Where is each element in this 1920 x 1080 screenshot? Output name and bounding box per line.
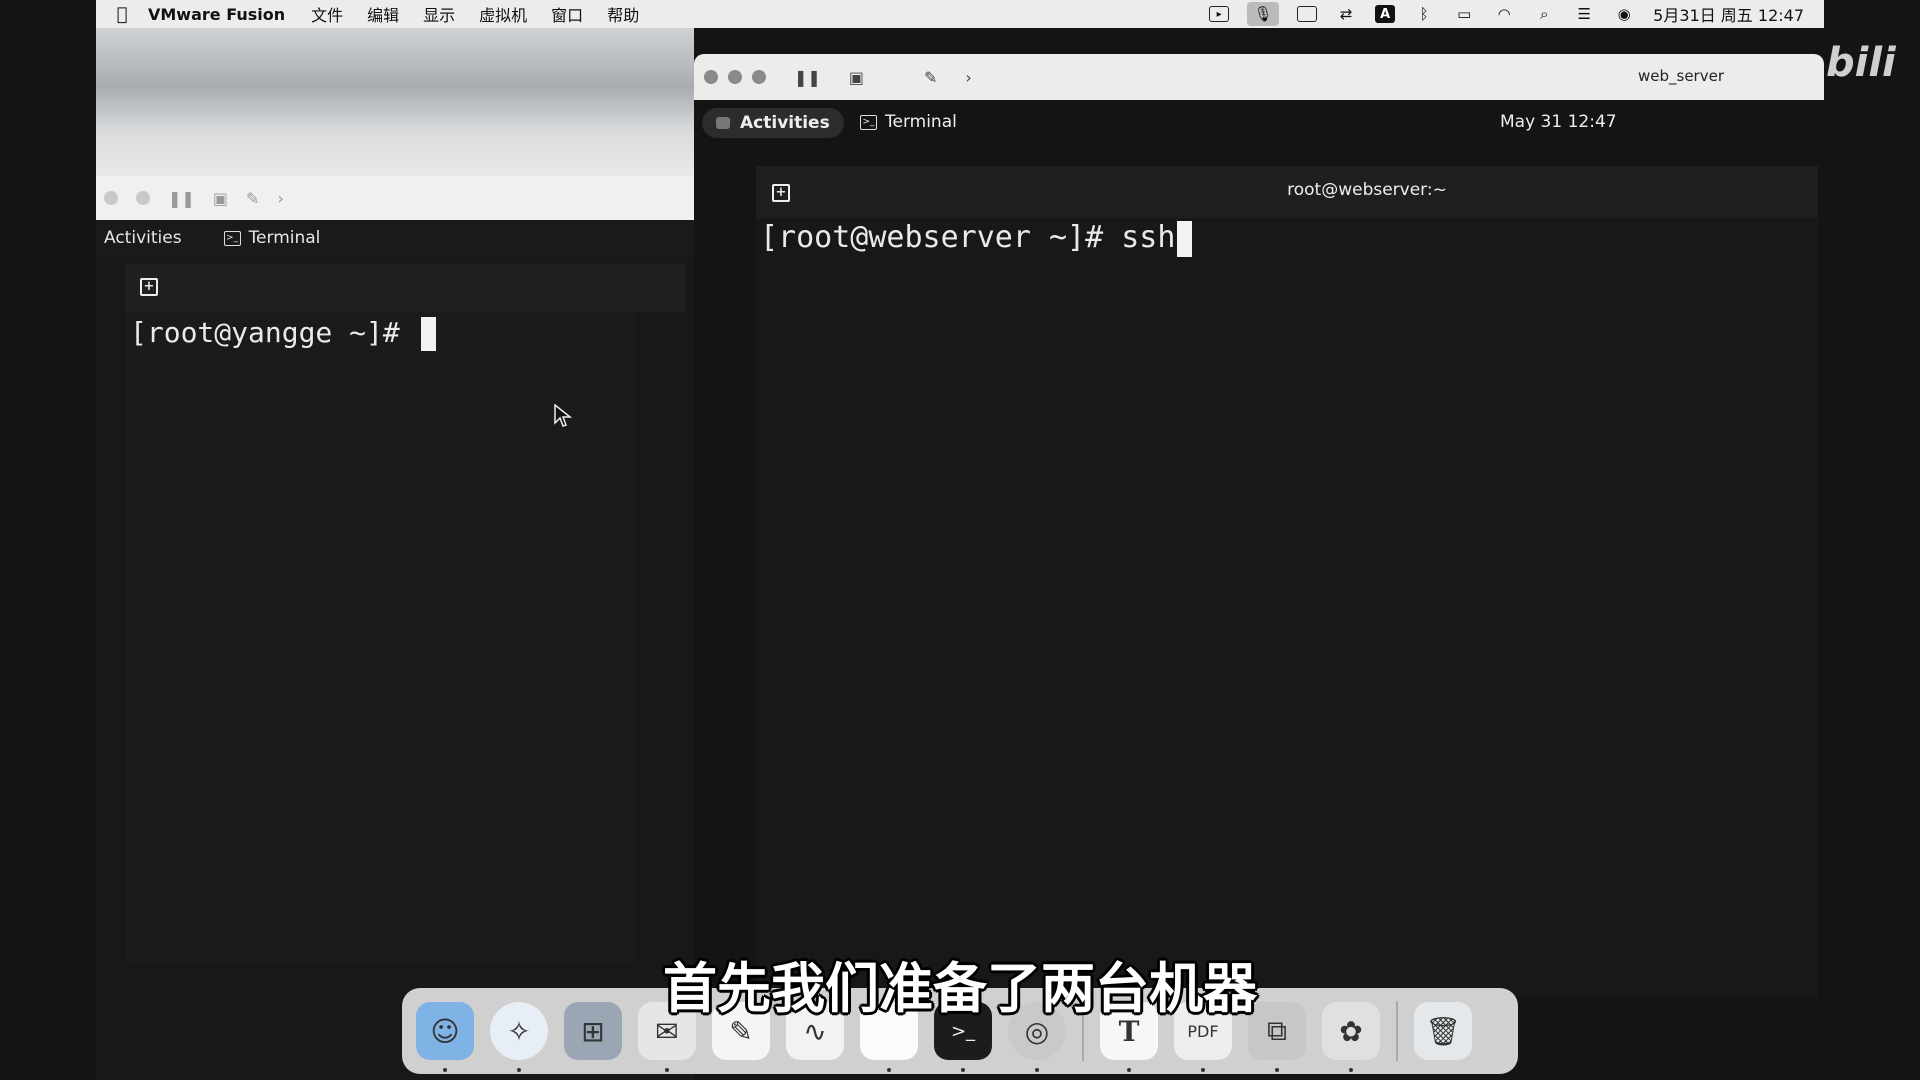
left-prompt-text: [root@yangge ~]# (130, 316, 417, 349)
vm-name-label: web_server (1637, 67, 1724, 85)
microphone-icon[interactable]: 🎙 (1247, 2, 1280, 26)
right-terminal-header: + root@webserver:~ (756, 166, 1818, 218)
chevron-right-icon[interactable]: › (277, 189, 283, 208)
desktop-wallpaper (96, 28, 694, 176)
left-gnome-topbar: Activities >_ Terminal (96, 220, 694, 256)
settings-wrench-icon[interactable]: ✎ (924, 68, 937, 87)
left-terminal-prompt: [root@yangge ~]# (130, 316, 436, 351)
menu-help[interactable]: 帮助 (607, 2, 639, 26)
menu-edit[interactable]: 编辑 (367, 2, 399, 26)
close-icon[interactable] (704, 70, 718, 84)
menu-vm[interactable]: 虚拟机 (479, 2, 527, 26)
text-cursor (420, 317, 436, 351)
activities-label: Activities (740, 113, 830, 133)
app-menu[interactable]: VMware Fusion (148, 5, 285, 24)
left-vm-window: ❚❚ ▣ ✎ › Activities >_ Terminal + [root@y… (96, 28, 694, 1080)
wifi-icon[interactable]: ◠ (1493, 5, 1515, 23)
left-terminal-header: + (126, 264, 686, 312)
terminal-icon: >_ (860, 114, 877, 130)
right-vm-titlebar: ❚❚ ▣ ✎ › web_server (694, 54, 1824, 100)
terminal-app-menu[interactable]: >_ Terminal (860, 112, 957, 132)
menu-bar:  VMware Fusion 文件 编辑 显示 虚拟机 窗口 帮助 ▸ 🎙 ⇄… (96, 0, 1824, 28)
menu-clock[interactable]: 5月31日 周五 12:47 (1653, 2, 1804, 26)
bilibili-watermark: bili (1826, 40, 1896, 86)
sync-icon[interactable]: ⇄ (1335, 5, 1357, 23)
gnome-clock[interactable]: May 31 12:47 (1500, 112, 1617, 132)
activities-button[interactable]: Activities (104, 228, 182, 248)
apple-icon[interactable]:  (102, 4, 142, 25)
left-vm-toolbar: ❚❚ ▣ ✎ › (96, 176, 694, 220)
control-center-icon[interactable]: ☰ (1573, 5, 1595, 23)
menu-view[interactable]: 显示 (423, 2, 455, 26)
screen-share-icon[interactable] (1297, 6, 1318, 22)
terminal-icon: >_ (223, 230, 241, 246)
activities-button[interactable]: Activities (702, 108, 844, 138)
input-method-icon[interactable]: A (1375, 5, 1396, 23)
camera-icon[interactable]: ▸ (1209, 6, 1230, 22)
new-tab-icon[interactable]: + (140, 278, 158, 296)
terminal-app-label: Terminal (248, 228, 321, 248)
right-terminal-body[interactable] (756, 218, 1818, 998)
search-icon[interactable]: ⌕ (1533, 5, 1555, 23)
right-terminal-prompt: [root@webserver ~]# ssh (760, 220, 1193, 257)
activities-icon (716, 117, 730, 129)
chevron-right-icon[interactable]: › (965, 68, 971, 87)
right-vm-window: ❚❚ ▣ ✎ › web_server Activities >_ Termina… (694, 54, 1824, 1080)
right-gnome-topbar: Activities >_ Terminal May 31 12:47 (694, 100, 1824, 146)
close-icon[interactable] (104, 191, 118, 205)
pause-icon[interactable]: ❚❚ (794, 68, 821, 87)
zoom-icon[interactable] (752, 70, 766, 84)
pause-icon[interactable]: ❚❚ (168, 189, 195, 208)
menu-window[interactable]: 窗口 (551, 2, 583, 26)
minimize-icon[interactable] (728, 70, 742, 84)
text-cursor (1177, 220, 1193, 257)
siri-icon[interactable]: ◉ (1613, 5, 1635, 23)
minimize-icon[interactable] (136, 191, 150, 205)
video-subtitle: 首先我们准备了两台机器 (663, 957, 1257, 1020)
bluetooth-icon[interactable]: ᛒ (1413, 5, 1435, 23)
menu-file[interactable]: 文件 (311, 2, 343, 26)
terminal-app-label: Terminal (885, 112, 957, 132)
settings-wrench-icon[interactable]: ✎ (246, 189, 259, 208)
snapshot-icon[interactable]: ▣ (213, 189, 228, 208)
terminal-app-menu[interactable]: >_ Terminal (223, 228, 321, 248)
battery-icon[interactable]: ▭ (1453, 5, 1475, 23)
terminal-title: root@webserver:~ (1287, 180, 1447, 200)
right-prompt-text: [root@webserver ~]# ssh (760, 220, 1176, 255)
snapshot-icon[interactable]: ▣ (849, 68, 864, 87)
